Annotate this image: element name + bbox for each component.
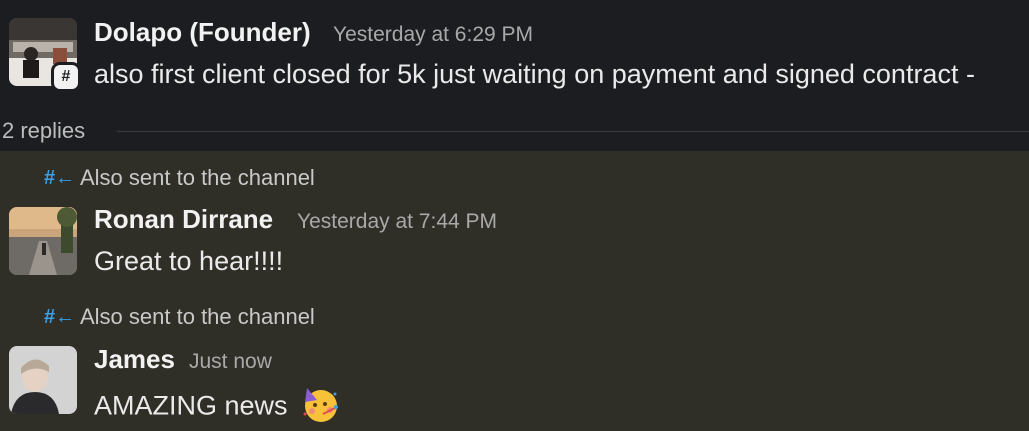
message-text-row: AMAZING news (94, 384, 341, 431)
also-sent-label[interactable]: Also sent to the channel (80, 304, 315, 330)
parent-message: # Dolapo (Founder) Yesterday at 6:29 PM … (0, 0, 1029, 151)
ronan-avatar[interactable] (9, 207, 77, 275)
author-name[interactable]: James (94, 344, 175, 375)
author-name[interactable]: Dolapo (Founder) (94, 17, 311, 48)
also-sent-label[interactable]: Also sent to the channel (80, 165, 315, 191)
james-avatar[interactable] (9, 346, 77, 414)
message-timestamp[interactable]: Yesterday at 7:44 PM (297, 210, 497, 234)
message-text: Great to hear!!!! (94, 246, 284, 276)
message-text: also first client closed for 5k just wai… (94, 59, 975, 89)
also-sent-to-channel: #← Also sent to the channel (44, 303, 315, 331)
channel-hash-icon: # (54, 65, 78, 89)
channel-badge: # (51, 62, 81, 92)
channel-share-icon: #← (44, 166, 76, 189)
partying-face-emoji (301, 384, 341, 431)
message-text: AMAZING news (94, 390, 288, 421)
message-timestamp[interactable]: Just now (189, 350, 272, 374)
author-name[interactable]: Ronan Dirrane (94, 204, 273, 235)
replies-divider: 2 replies (0, 115, 1029, 149)
message-timestamp[interactable]: Yesterday at 6:29 PM (333, 23, 533, 47)
divider-line (117, 131, 1029, 132)
also-sent-to-channel: #← Also sent to the channel (44, 164, 315, 192)
channel-share-icon: #← (44, 305, 76, 328)
replies-count[interactable]: 2 replies (2, 118, 85, 144)
